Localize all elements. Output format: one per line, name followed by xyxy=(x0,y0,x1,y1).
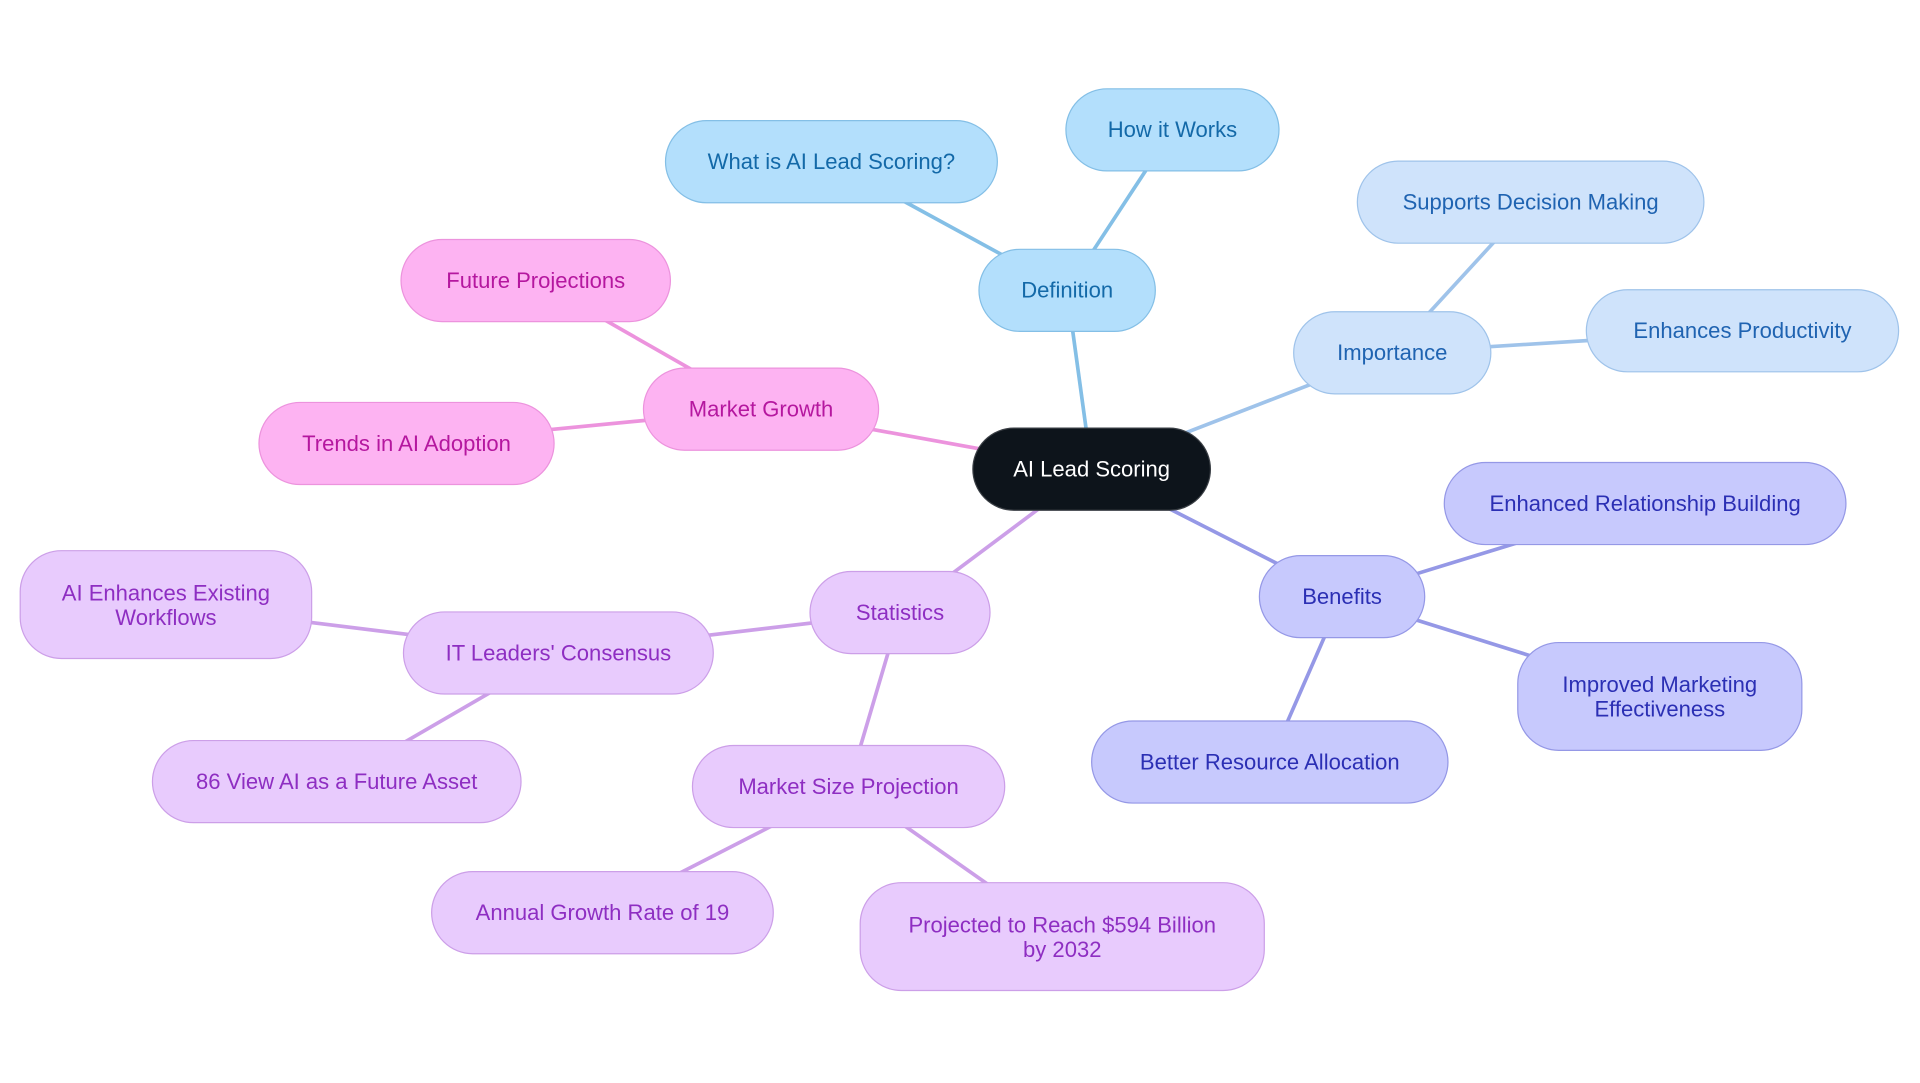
node-definition[interactable]: Definition xyxy=(978,248,1156,333)
node-supports-decision-making[interactable]: Supports Decision Making xyxy=(1356,160,1705,244)
node-86-view-ai-as-future-asset[interactable]: 86 View AI as a Future Asset xyxy=(151,739,522,824)
node-projected-594-billion[interactable]: Projected to Reach $594 Billion by 2032 xyxy=(859,882,1265,992)
node-trends-in-ai-adoption[interactable]: Trends in AI Adoption xyxy=(258,401,555,486)
node-what-is-ai-lead-scoring[interactable]: What is AI Lead Scoring? xyxy=(664,120,998,204)
node-it-leaders-consensus[interactable]: IT Leaders' Consensus xyxy=(402,611,714,695)
node-ai-enhances-existing-workflows[interactable]: AI Enhances Existing Workflows xyxy=(19,550,313,660)
node-improved-marketing-effectiveness[interactable]: Improved Marketing Effectiveness xyxy=(1517,641,1803,751)
node-enhanced-relationship-building[interactable]: Enhanced Relationship Building xyxy=(1443,461,1847,546)
node-how-it-works[interactable]: How it Works xyxy=(1065,88,1280,172)
node-importance[interactable]: Importance xyxy=(1293,311,1492,395)
node-future-projections[interactable]: Future Projections xyxy=(400,238,672,323)
node-enhances-productivity[interactable]: Enhances Productivity xyxy=(1585,289,1900,373)
node-market-growth[interactable]: Market Growth xyxy=(642,367,880,451)
node-statistics[interactable]: Statistics xyxy=(809,570,991,655)
node-benefits[interactable]: Benefits xyxy=(1258,554,1426,639)
node-market-size-projection[interactable]: Market Size Projection xyxy=(691,744,1006,829)
node-annual-growth-rate[interactable]: Annual Growth Rate of 19 xyxy=(431,871,774,955)
node-better-resource-allocation[interactable]: Better Resource Allocation xyxy=(1091,720,1449,804)
mindmap-canvas: AI Lead Scoring Definition What is AI Le… xyxy=(0,0,1920,1083)
root-node[interactable]: AI Lead Scoring xyxy=(972,427,1212,511)
